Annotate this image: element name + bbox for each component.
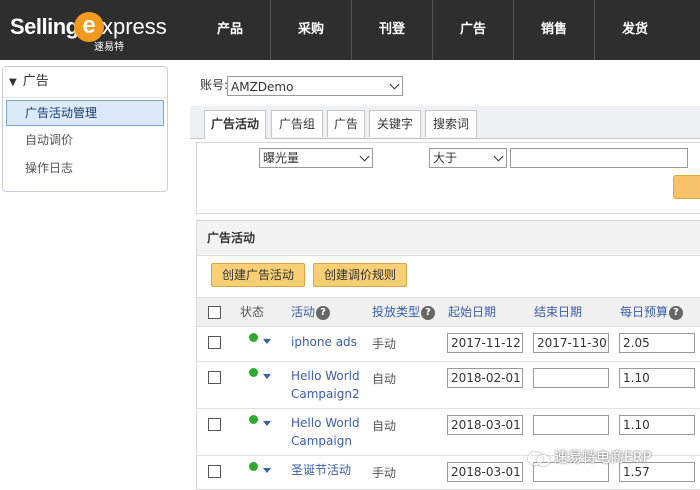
create-pricing-rule-button[interactable]: 创建调价规则 (313, 263, 408, 287)
header-daily-budget[interactable]: 每日预算? (620, 298, 684, 326)
header-targeting-label: 投放类型 (372, 305, 421, 319)
help-icon[interactable]: ? (421, 305, 436, 320)
filter-panel: 曝光量 大于 (196, 142, 700, 214)
sidebar-item-campaign-management[interactable]: 广告活动管理 (6, 100, 164, 126)
targeting-type: 手动 (372, 466, 397, 480)
chevron-down-icon (359, 151, 370, 162)
tab-search-terms[interactable]: 搜索词 (425, 110, 477, 137)
header-campaign-label: 活动 (291, 305, 316, 319)
end-date-input[interactable]: 2017-11-30 (533, 333, 609, 353)
account-select-value: AMZDemo (231, 80, 294, 94)
campaign-name-link[interactable]: iphone ads (291, 333, 357, 351)
table-row: iphone ads 手动 2017-11-12 2017-11-30 2.05 (197, 327, 700, 362)
nav-item-products[interactable]: 产品 (190, 0, 271, 60)
campaign-name-line: Campaign2 (291, 387, 360, 401)
status-active-icon (249, 368, 258, 377)
daily-budget-input[interactable]: 2.05 (619, 333, 695, 353)
ad-tabs: 广告活动 广告组 广告 关键字 搜索词 (190, 106, 700, 139)
campaign-name-link[interactable]: 圣诞节活动 (291, 461, 351, 479)
row-checkbox[interactable] (208, 465, 221, 478)
nav-item-purchasing[interactable]: 采购 (271, 0, 352, 60)
campaign-name-link[interactable]: Hello World Campaign (291, 414, 360, 450)
status-dropdown-icon[interactable] (263, 339, 271, 344)
header-status: 状态 (240, 305, 265, 319)
status-dropdown-icon[interactable] (263, 374, 271, 379)
metric-select[interactable]: 曝光量 (259, 148, 373, 168)
wechat-watermark: 速易特电商ERP (528, 446, 651, 470)
status-active-icon (249, 415, 258, 424)
main-nav: 产品 采购 刊登 广告 销售 发货 (190, 0, 675, 60)
logo-word-xpress: xpress (102, 14, 167, 39)
sidebar-item-auto-pricing[interactable]: 自动调价 (3, 126, 167, 154)
account-select[interactable]: AMZDemo (227, 76, 403, 96)
row-checkbox[interactable] (208, 336, 221, 349)
end-date-input[interactable] (533, 368, 609, 388)
nav-item-ads[interactable]: 广告 (433, 0, 514, 60)
create-campaign-button[interactable]: 创建广告活动 (211, 263, 306, 287)
tab-ad-groups[interactable]: 广告组 (271, 110, 323, 137)
status-active-icon (249, 462, 258, 471)
start-date-input[interactable]: 2018-02-01 (447, 368, 523, 388)
campaign-name-line: iphone ads (291, 335, 357, 349)
help-icon[interactable]: ? (316, 305, 331, 320)
header-daily-budget-label: 每日预算 (620, 305, 669, 319)
campaign-name-link[interactable]: Hello World Campaign2 (291, 367, 360, 403)
tab-ads[interactable]: 广告 (327, 110, 365, 137)
header-end-date[interactable]: 结束日期 (534, 298, 582, 326)
sidebar: ▼ 广告 广告活动管理 自动调价 操作日志 (2, 66, 168, 192)
nav-item-shipping[interactable]: 发货 (595, 0, 675, 60)
logo-word-selling: Selling (10, 14, 79, 39)
logo-chinese-name: 速易特 (94, 42, 124, 53)
header-campaign[interactable]: 活动? (291, 298, 331, 326)
wechat-icon (528, 450, 550, 466)
table-row: Hello World Campaign2 自动 2018-02-01 1.10 (197, 362, 700, 409)
top-navigation-bar: Selling e xpress 速易特 产品 采购 刊登 广告 销售 发货 (0, 0, 700, 60)
status-dropdown-icon[interactable] (263, 468, 271, 473)
account-label: 账号: (200, 78, 229, 92)
daily-budget-input[interactable]: 1.10 (619, 415, 695, 435)
daily-budget-input[interactable]: 1.10 (619, 368, 695, 388)
targeting-type: 手动 (372, 337, 397, 351)
row-checkbox[interactable] (208, 371, 221, 384)
help-icon[interactable]: ? (669, 305, 684, 320)
sidebar-item-operation-log[interactable]: 操作日志 (3, 154, 167, 182)
campaign-name-line: 圣诞节活动 (291, 463, 352, 477)
status-dropdown-icon[interactable] (263, 421, 271, 426)
select-all-checkbox[interactable] (208, 306, 221, 319)
chevron-down-icon (389, 79, 400, 90)
operator-select-value: 大于 (433, 151, 458, 165)
filter-search-button[interactable] (673, 175, 700, 199)
nav-item-sales[interactable]: 销售 (514, 0, 595, 60)
metric-select-value: 曝光量 (263, 151, 300, 165)
campaign-name-line: Hello World (291, 416, 360, 430)
tab-keywords[interactable]: 关键字 (369, 110, 421, 137)
nav-item-listing[interactable]: 刊登 (352, 0, 433, 60)
table-header: 状态 活动? 投放类型? 起始日期 结束日期 每日预算? (197, 297, 700, 327)
tab-campaigns[interactable]: 广告活动 (204, 110, 266, 139)
panel-title: 广告活动 (197, 221, 700, 256)
targeting-type: 自动 (372, 372, 397, 386)
start-date-input[interactable]: 2018-03-01 (447, 462, 523, 482)
chevron-down-icon (493, 151, 504, 162)
end-date-input[interactable] (533, 415, 609, 435)
watermark-text: 速易特电商ERP (554, 450, 652, 466)
targeting-type: 自动 (372, 419, 397, 433)
campaign-name-line: Hello World (291, 369, 360, 383)
selling-express-logo[interactable]: Selling e xpress 速易特 (10, 12, 167, 53)
operator-select[interactable]: 大于 (429, 148, 507, 168)
sidebar-header[interactable]: ▼ 广告 (3, 67, 167, 98)
sidebar-header-label: 广告 (22, 74, 49, 89)
start-date-input[interactable]: 2017-11-12 (447, 333, 523, 353)
campaign-name-line: Campaign (291, 434, 352, 448)
filter-value-input[interactable] (510, 148, 688, 168)
header-targeting-type[interactable]: 投放类型? (372, 298, 436, 326)
start-date-input[interactable]: 2018-03-01 (447, 415, 523, 435)
header-start-date[interactable]: 起始日期 (448, 298, 496, 326)
status-active-icon (249, 333, 258, 342)
account-selector: 账号: AMZDemo (200, 76, 403, 96)
chevron-down-icon: ▼ (9, 77, 17, 88)
row-checkbox[interactable] (208, 418, 221, 431)
